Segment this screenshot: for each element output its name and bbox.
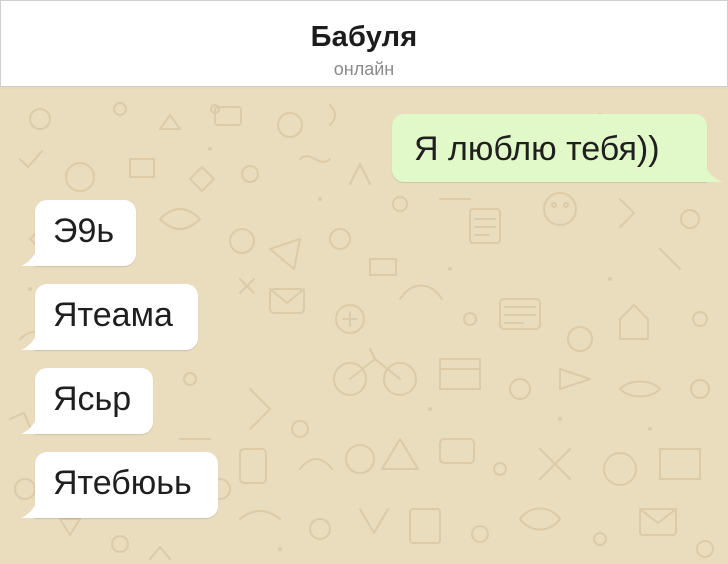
incoming-message-bubble[interactable]: Ятебюьь xyxy=(21,452,218,518)
bubble-tail xyxy=(21,334,37,350)
bubble-tail xyxy=(21,250,37,266)
incoming-message-bubble[interactable]: Ятеама xyxy=(21,284,198,350)
message-text: Ясьр xyxy=(53,380,132,418)
bubble-tail xyxy=(705,166,723,182)
outgoing-message-bubble[interactable]: Я люблю тебя)) xyxy=(392,114,723,182)
message-text: Ятеама xyxy=(53,296,173,334)
contact-status: онлайн xyxy=(333,59,395,79)
chat-area[interactable]: Я люблю тебя)) Э9ь Ятеама Ясьр Ятебюьь xyxy=(0,89,728,564)
bubble-tail xyxy=(21,502,37,518)
chat-header: Бабуля онлайн xyxy=(0,0,728,87)
bubble-tail xyxy=(21,418,37,434)
message-text: Ятебюьь xyxy=(53,464,192,502)
contact-name[interactable]: Бабуля xyxy=(1,21,727,54)
incoming-message-bubble[interactable]: Ясьр xyxy=(21,368,153,434)
message-text: Я люблю тебя)) xyxy=(414,130,660,168)
message-text: Э9ь xyxy=(53,212,115,250)
incoming-message-bubble[interactable]: Э9ь xyxy=(21,200,136,266)
